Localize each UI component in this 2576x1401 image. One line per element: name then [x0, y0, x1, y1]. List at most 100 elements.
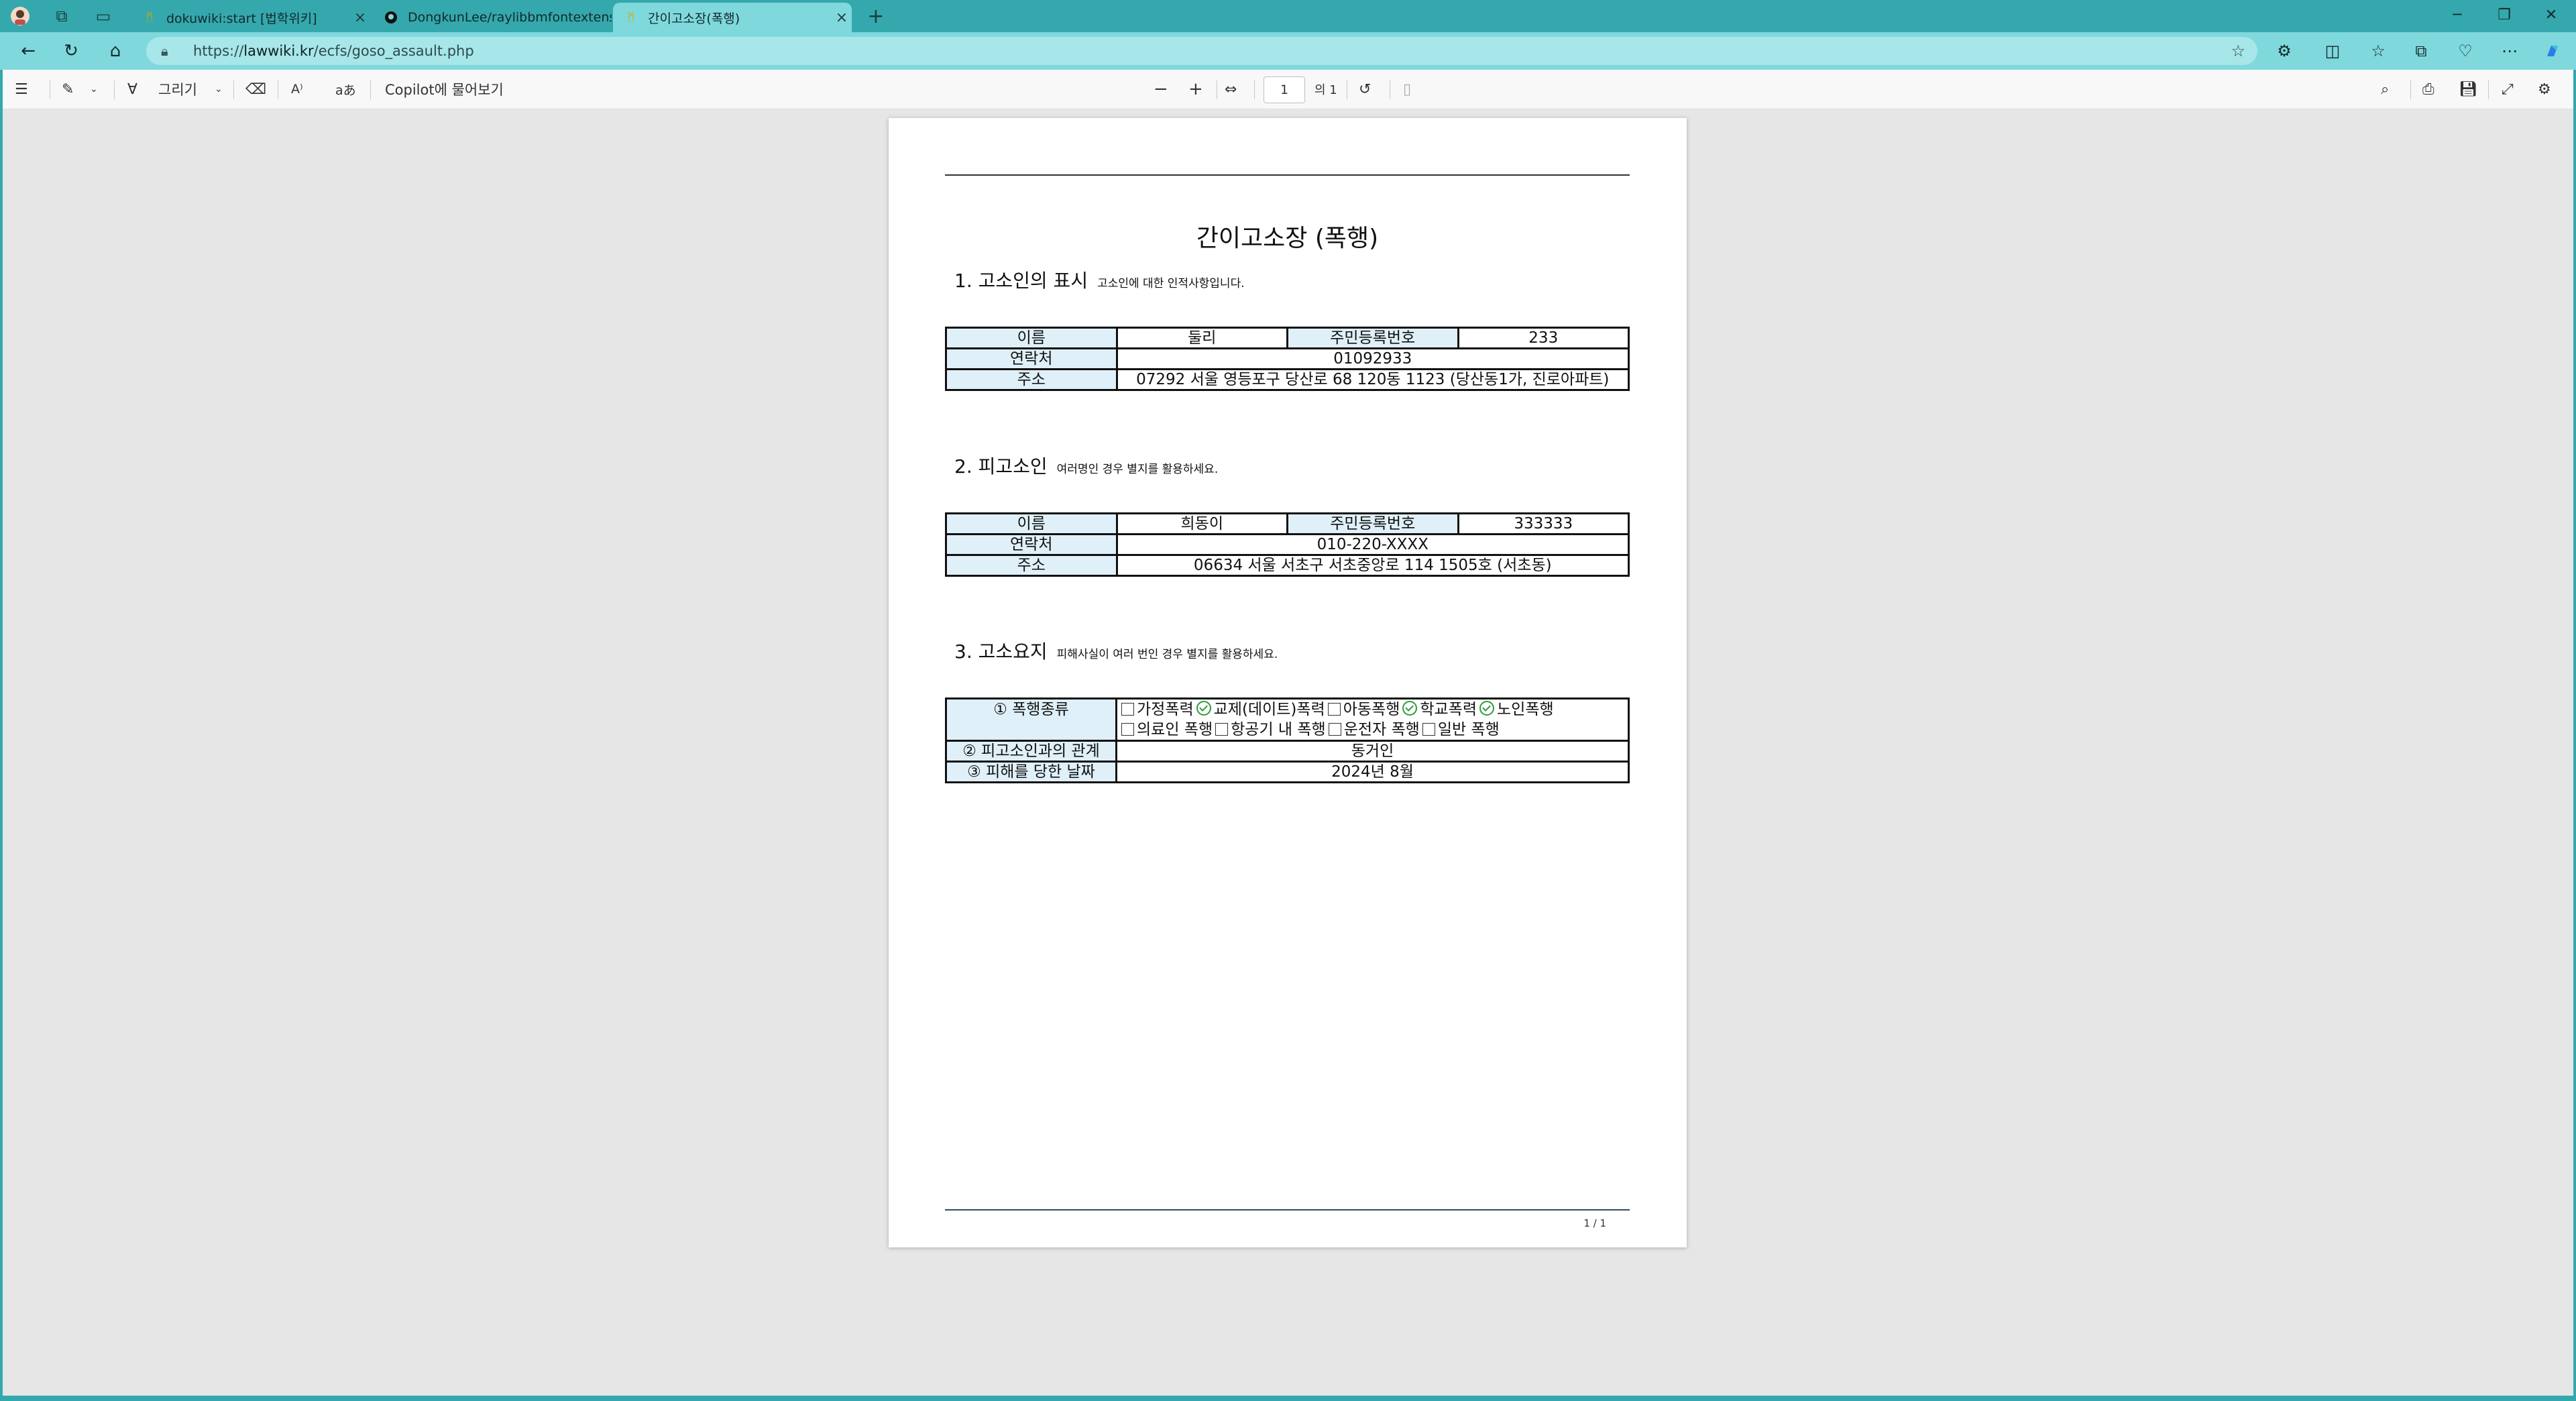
ask-copilot-button[interactable]: Copilot에 물어보기 — [385, 78, 504, 100]
toolbar-divider — [2410, 80, 2411, 99]
pdf-toolbar: ☰ ✎ ⌄ ∀ 그리기 ⌄ ⌫ A⁾ aあ Copilot에 물어보기 − + … — [3, 70, 2573, 109]
vertical-tabs-icon[interactable]: ▭ — [91, 4, 115, 28]
workspaces-icon[interactable]: ⧉ — [50, 4, 74, 28]
table-value: 233 — [1457, 327, 1630, 349]
table-value: 06634 서울 서초구 서초중앙로 114 1505호 (서초동) — [1115, 554, 1630, 577]
option-label: 의료인 폭행 — [1137, 721, 1213, 738]
home-icon[interactable]: ⌂ — [102, 39, 129, 63]
lock-icon[interactable]: 🔒︎ — [161, 43, 180, 59]
checked-circle-icon — [1402, 701, 1418, 716]
empty-checkbox-icon — [1328, 723, 1341, 736]
tab-title: dokuwiki:start [법학위키] — [166, 11, 317, 26]
minimize-icon[interactable]: ─ — [2434, 0, 2480, 30]
summary-table: ① 폭행종류 가정폭력 교제(데이트)폭력 아동폭행 학교폭력 노인폭행 의료인 폭행 항… — [945, 697, 1630, 783]
translate-icon[interactable]: aあ — [335, 78, 356, 100]
assault-type-option: 교제(데이트)폭력 — [1196, 701, 1325, 718]
page-footer-number: 1 / 1 — [1583, 1217, 1606, 1229]
print-icon[interactable]: ⎙ — [2422, 78, 2434, 100]
zoom-out-button[interactable]: − — [1154, 78, 1168, 100]
table-value: 둘리 — [1115, 327, 1288, 349]
rotate-icon[interactable]: ↺ — [1359, 78, 1371, 100]
assault-type-option: 아동폭행 — [1327, 701, 1400, 718]
fit-to-page-icon[interactable]: ⇔ — [1225, 78, 1237, 100]
draw-icon[interactable]: ∀ — [127, 78, 137, 100]
two-page-view-icon[interactable]: ▯ — [1403, 78, 1411, 100]
close-tab-icon[interactable]: × — [832, 9, 852, 26]
extensions-icon[interactable]: ⚙ — [2271, 39, 2298, 63]
section-heading: 1. 고소인의 표시 고소인에 대한 인적사항입니다. — [954, 270, 1245, 292]
table-value: 333333 — [1457, 512, 1630, 535]
option-label: 일반 폭행 — [1437, 721, 1500, 738]
table-label: ② 피고소인과의 관계 — [945, 740, 1117, 763]
tab-goso-assault[interactable]: ᛗ 간이고소장(폭행) × — [613, 3, 852, 32]
table-label: 연락처 — [945, 347, 1118, 370]
assault-type-option: 운전자 폭행 — [1328, 721, 1420, 738]
empty-checkbox-icon — [1327, 703, 1341, 716]
defendant-table: 이름 희동이 주민등록번호 333333 연락처 010-220-XXXX 주소… — [945, 512, 1630, 577]
option-label: 노인폭행 — [1497, 701, 1554, 718]
collections-icon[interactable]: ⧉ — [2408, 39, 2434, 63]
tab-dokuwiki[interactable]: ᛗ dokuwiki:start [법학위키] × — [131, 3, 370, 32]
table-label: 이름 — [945, 327, 1118, 349]
copilot-icon[interactable] — [2539, 39, 2566, 63]
favorite-star-icon[interactable]: ☆ — [2231, 42, 2245, 60]
empty-checkbox-icon — [1215, 723, 1229, 736]
table-value: 희동이 — [1115, 512, 1288, 535]
draw-button[interactable]: 그리기 — [158, 78, 197, 100]
checked-circle-icon — [1479, 701, 1494, 716]
address-bar-row: ← ↻ ⌂ 🔒︎ https://lawwiki.kr/ecfs/goso_as… — [0, 32, 2576, 70]
assault-type-option: 가정폭력 — [1121, 701, 1194, 718]
close-window-icon[interactable]: ✕ — [2528, 0, 2574, 30]
pdf-viewer[interactable]: 간이고소장 (폭행) 1. 고소인의 표시 고소인에 대한 인적사항입니다. 이름… — [3, 109, 2573, 1396]
assault-type-option: 의료인 폭행 — [1121, 721, 1213, 738]
highlight-icon[interactable]: ✎ — [62, 78, 74, 100]
new-tab-button[interactable]: + — [864, 4, 888, 28]
page-number-input[interactable]: 1 — [1264, 76, 1305, 103]
footer-rule — [945, 1209, 1630, 1211]
search-icon[interactable]: ⌕ — [2381, 78, 2389, 100]
zoom-in-button[interactable]: + — [1188, 78, 1203, 100]
split-screen-icon[interactable]: ◫ — [2319, 39, 2346, 63]
lawwiki-favicon-icon: ᛗ — [627, 10, 635, 25]
chevron-down-icon[interactable]: ⌄ — [215, 78, 223, 100]
tab-github[interactable]: DongkunLee/raylibbmfontextens — [373, 3, 612, 32]
assault-type-option: 학교폭력 — [1402, 701, 1477, 718]
restore-icon[interactable]: ❐ — [2481, 0, 2527, 30]
address-input[interactable]: 🔒︎ https://lawwiki.kr/ecfs/goso_assault.… — [146, 37, 2257, 65]
refresh-icon[interactable]: ↻ — [58, 39, 85, 63]
browser-essentials-icon[interactable]: ♡ — [2452, 39, 2479, 63]
tab-title: 간이고소장(폭행) — [648, 11, 740, 26]
header-rule — [945, 174, 1630, 176]
toolbar-divider — [233, 80, 234, 99]
settings-icon[interactable]: ⚙ — [2538, 78, 2551, 100]
option-label: 교제(데이트)폭력 — [1213, 701, 1325, 718]
assault-type-option: 일반 폭행 — [1422, 721, 1500, 738]
table-value: 010-220-XXXX — [1115, 533, 1630, 556]
favorites-icon[interactable]: ☆ — [2365, 39, 2392, 63]
options-line: 가정폭력 교제(데이트)폭력 아동폭행 학교폭력 노인폭행 — [1121, 701, 1627, 720]
option-label: 운전자 폭행 — [1343, 721, 1420, 738]
table-of-contents-icon[interactable]: ☰ — [15, 78, 28, 100]
chevron-down-icon[interactable]: ⌄ — [90, 78, 98, 100]
lawwiki-favicon-icon: ᛗ — [146, 10, 154, 25]
option-label: 아동폭행 — [1343, 701, 1400, 718]
table-value: 01092933 — [1115, 347, 1630, 370]
more-menu-icon[interactable]: ⋯ — [2496, 39, 2523, 63]
toolbar-divider — [114, 80, 115, 99]
assault-type-options: 가정폭력 교제(데이트)폭력 아동폭행 학교폭력 노인폭행 의료인 폭행 항공기 내 폭행… — [1115, 697, 1630, 742]
table-label: 주소 — [945, 554, 1118, 577]
read-aloud-icon[interactable]: A⁾ — [291, 78, 303, 100]
eraser-icon[interactable]: ⌫ — [245, 78, 266, 100]
table-label: ③ 피해를 당한 날짜 — [945, 761, 1117, 783]
option-label: 가정폭력 — [1137, 701, 1194, 718]
table-label: 이름 — [945, 512, 1118, 535]
profile-avatar[interactable] — [8, 4, 32, 28]
checked-circle-icon — [1196, 701, 1211, 716]
close-tab-icon[interactable]: × — [350, 9, 370, 26]
save-icon[interactable]: 💾︎ — [2459, 78, 2477, 100]
toolbar-divider — [370, 80, 371, 99]
page-total-label: 의 1 — [1314, 83, 1337, 97]
fullscreen-icon[interactable]: ⤢ — [2502, 78, 2514, 100]
document-title: 간이고소장 (폭행) — [1196, 225, 1379, 252]
back-icon[interactable]: ← — [15, 39, 42, 63]
